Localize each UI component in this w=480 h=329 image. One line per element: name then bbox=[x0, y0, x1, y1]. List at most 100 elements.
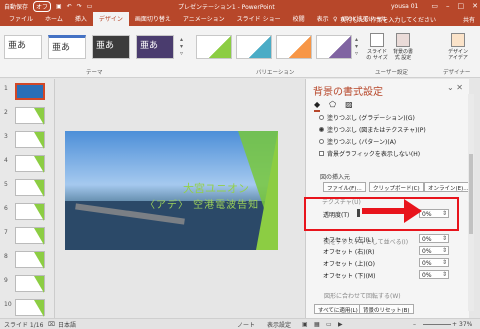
offset-bottom-field[interactable]: 0% bbox=[419, 270, 449, 279]
spellcheck-icon[interactable]: ⌧ bbox=[48, 321, 55, 328]
radio-button[interactable] bbox=[319, 115, 324, 120]
tab-transitions[interactable]: 画面切り替え bbox=[129, 12, 177, 26]
picture-icon[interactable]: ▨ bbox=[345, 100, 353, 112]
slide-thumbnail[interactable] bbox=[15, 275, 45, 293]
variant-2[interactable] bbox=[236, 35, 272, 59]
reading-view-icon[interactable]: ▭ bbox=[326, 321, 332, 328]
variant-scroll-icon[interactable]: ▴ ▾ ▿ bbox=[355, 36, 358, 57]
pentagon-icon[interactable]: ⬠ bbox=[329, 100, 336, 112]
slide-thumbnail[interactable] bbox=[15, 155, 45, 173]
radio-button[interactable] bbox=[319, 139, 324, 144]
title-bar: 自動保存 オフ ▣ ↶ ↷ ▭ プレゼンテーション1 - PowerPoint … bbox=[0, 0, 480, 12]
tell-me-text: 実行したい作業を入力してください bbox=[340, 17, 437, 24]
slide-thumbnail[interactable] bbox=[15, 227, 45, 245]
close-icon[interactable]: ✕ bbox=[472, 2, 478, 10]
minimize-icon[interactable]: – bbox=[446, 2, 450, 10]
slideshow-icon[interactable]: ▭ bbox=[87, 3, 93, 10]
theme-sample-3[interactable]: 亜あ bbox=[92, 35, 130, 59]
reset-background-button[interactable]: 背景のリセット(B) bbox=[359, 304, 414, 314]
slide-size-button[interactable]: スライドの サイズ bbox=[365, 33, 389, 61]
slide-thumbnail-pane: 1 2 3 4 5 6 7 8 9 10 bbox=[0, 79, 55, 318]
user-settings-group-label: ユーザー設定 bbox=[375, 70, 408, 76]
variant-4[interactable] bbox=[316, 35, 352, 59]
clipboard-button[interactable]: クリップボード(C) bbox=[369, 182, 424, 192]
tab-file[interactable]: ファイル bbox=[3, 12, 39, 26]
tab-design[interactable]: デザイン bbox=[92, 12, 129, 26]
slide-sorter-icon[interactable]: ▦ bbox=[314, 321, 320, 328]
design-ideas-button[interactable]: デザイン アイデア bbox=[446, 33, 470, 61]
lightbulb-icon: ♀ bbox=[333, 16, 338, 23]
pane-close-icon[interactable]: ⌄ ✕ bbox=[447, 83, 463, 92]
hide-background-graphics-option[interactable]: 背景グラフィックを表示しない(H) bbox=[319, 149, 420, 158]
theme-sample-2[interactable]: 亜あ bbox=[48, 35, 86, 59]
slide-thumbnail[interactable] bbox=[15, 83, 45, 100]
zoom-in-icon[interactable]: + bbox=[452, 321, 457, 328]
thumbnail-number: 3 bbox=[4, 133, 8, 140]
tab-insert[interactable]: 挿入 bbox=[69, 12, 93, 26]
save-icon[interactable]: ▣ bbox=[56, 3, 62, 10]
variant-1[interactable] bbox=[196, 35, 232, 59]
tell-me-box[interactable]: ♀ 実行したい作業を入力してください bbox=[333, 15, 436, 24]
pane-scrollbar[interactable] bbox=[468, 94, 474, 311]
online-button[interactable]: オンライン(E)... bbox=[424, 182, 473, 192]
slide-thumbnail[interactable] bbox=[15, 179, 45, 197]
fill-pattern-option[interactable]: 塗りつぶし (パターン)(A) bbox=[319, 137, 396, 146]
format-background-button[interactable]: 背景の書式 設定 bbox=[391, 33, 415, 61]
zoom-out-icon[interactable]: – bbox=[413, 321, 416, 328]
thumbnail-number: 8 bbox=[4, 253, 8, 260]
apply-to-all-button[interactable]: すべてに適用(L) bbox=[314, 304, 362, 314]
fill-gradient-option[interactable]: 塗りつぶし (グラデーション)(G) bbox=[319, 113, 415, 122]
highlight-box bbox=[304, 197, 459, 231]
tab-review[interactable]: 校閲 bbox=[287, 12, 311, 26]
theme-sample-4[interactable]: 亜あ bbox=[136, 35, 174, 59]
fill-picture-option[interactable]: 塗りつぶし (図またはテクスチャ)(P) bbox=[319, 125, 426, 134]
slide-thumbnail[interactable] bbox=[15, 107, 45, 125]
slide-thumbnail[interactable] bbox=[15, 131, 45, 149]
offset-left-field[interactable]: 0% bbox=[419, 234, 449, 243]
scrollbar-thumb[interactable] bbox=[469, 154, 473, 234]
pane-title: 背景の書式設定 bbox=[313, 87, 383, 98]
notes-button[interactable]: ノート bbox=[237, 320, 255, 329]
undo-icon[interactable]: ↶ bbox=[67, 3, 72, 10]
user-name[interactable]: yousa 01 bbox=[391, 3, 418, 10]
share-button[interactable]: 共有 bbox=[463, 15, 475, 24]
designer-group-label: デザイナー bbox=[443, 70, 471, 76]
slideshow-view-icon[interactable]: ▶ bbox=[338, 321, 343, 328]
offset-top-field[interactable]: 0% bbox=[419, 258, 449, 267]
ribbon-display-icon[interactable]: ▭ bbox=[431, 2, 438, 10]
thumbnail-number: 4 bbox=[4, 157, 8, 164]
tab-view[interactable]: 表示 bbox=[311, 12, 335, 26]
offset-left-label: オフセット (左)(L) bbox=[323, 237, 374, 244]
thumbnail-number: 1 bbox=[4, 85, 8, 92]
theme-office[interactable]: 亜あ bbox=[4, 35, 42, 59]
slide-thumbnail[interactable] bbox=[15, 299, 45, 317]
checkbox[interactable] bbox=[319, 151, 324, 156]
current-slide[interactable]: 大宮ユニオン 〈アデ〉 空港電波告知 bbox=[65, 131, 278, 250]
ribbon: 亜あ 亜あ 亜あ 亜あ ▴ ▾ ▿ ▴ ▾ ▿ テーマ バリエーション スライドの サイ… bbox=[0, 26, 480, 78]
offset-right-field[interactable]: 0% bbox=[419, 246, 449, 255]
variant-3[interactable] bbox=[276, 35, 312, 59]
offset-top-label: オフセット (上)(O) bbox=[323, 261, 375, 268]
file-button[interactable]: ファイル(F)... bbox=[323, 182, 366, 192]
slide-thumbnail[interactable] bbox=[15, 251, 45, 269]
thumbnail-number: 5 bbox=[4, 181, 8, 188]
arrow-annotation bbox=[362, 208, 410, 214]
display-settings-button[interactable]: 表示設定 bbox=[267, 320, 291, 329]
maximize-icon[interactable]: □ bbox=[458, 2, 465, 10]
normal-view-icon[interactable]: ▣ bbox=[302, 321, 308, 328]
autosave-toggle[interactable]: オフ bbox=[33, 0, 52, 12]
slide-subtitle[interactable]: 〈アデ〉 空港電波告知 bbox=[145, 196, 259, 211]
fill-bucket-icon[interactable]: ◆ bbox=[314, 100, 321, 112]
slide-title[interactable]: 大宮ユニオン bbox=[183, 180, 249, 196]
tab-home[interactable]: ホーム bbox=[39, 12, 69, 26]
language-indicator[interactable]: 日本語 bbox=[58, 320, 76, 329]
zoom-slider[interactable] bbox=[423, 324, 451, 325]
tab-animations[interactable]: アニメーション bbox=[177, 12, 231, 26]
slide-thumbnail[interactable] bbox=[15, 203, 45, 221]
zoom-level[interactable]: 37% bbox=[459, 321, 472, 328]
theme-scroll-icon[interactable]: ▴ ▾ ▿ bbox=[180, 36, 183, 57]
tab-slideshow[interactable]: スライド ショー bbox=[231, 12, 287, 26]
radio-button[interactable] bbox=[319, 127, 324, 132]
thumbnail-number: 7 bbox=[4, 229, 8, 236]
redo-icon[interactable]: ↷ bbox=[77, 3, 82, 10]
